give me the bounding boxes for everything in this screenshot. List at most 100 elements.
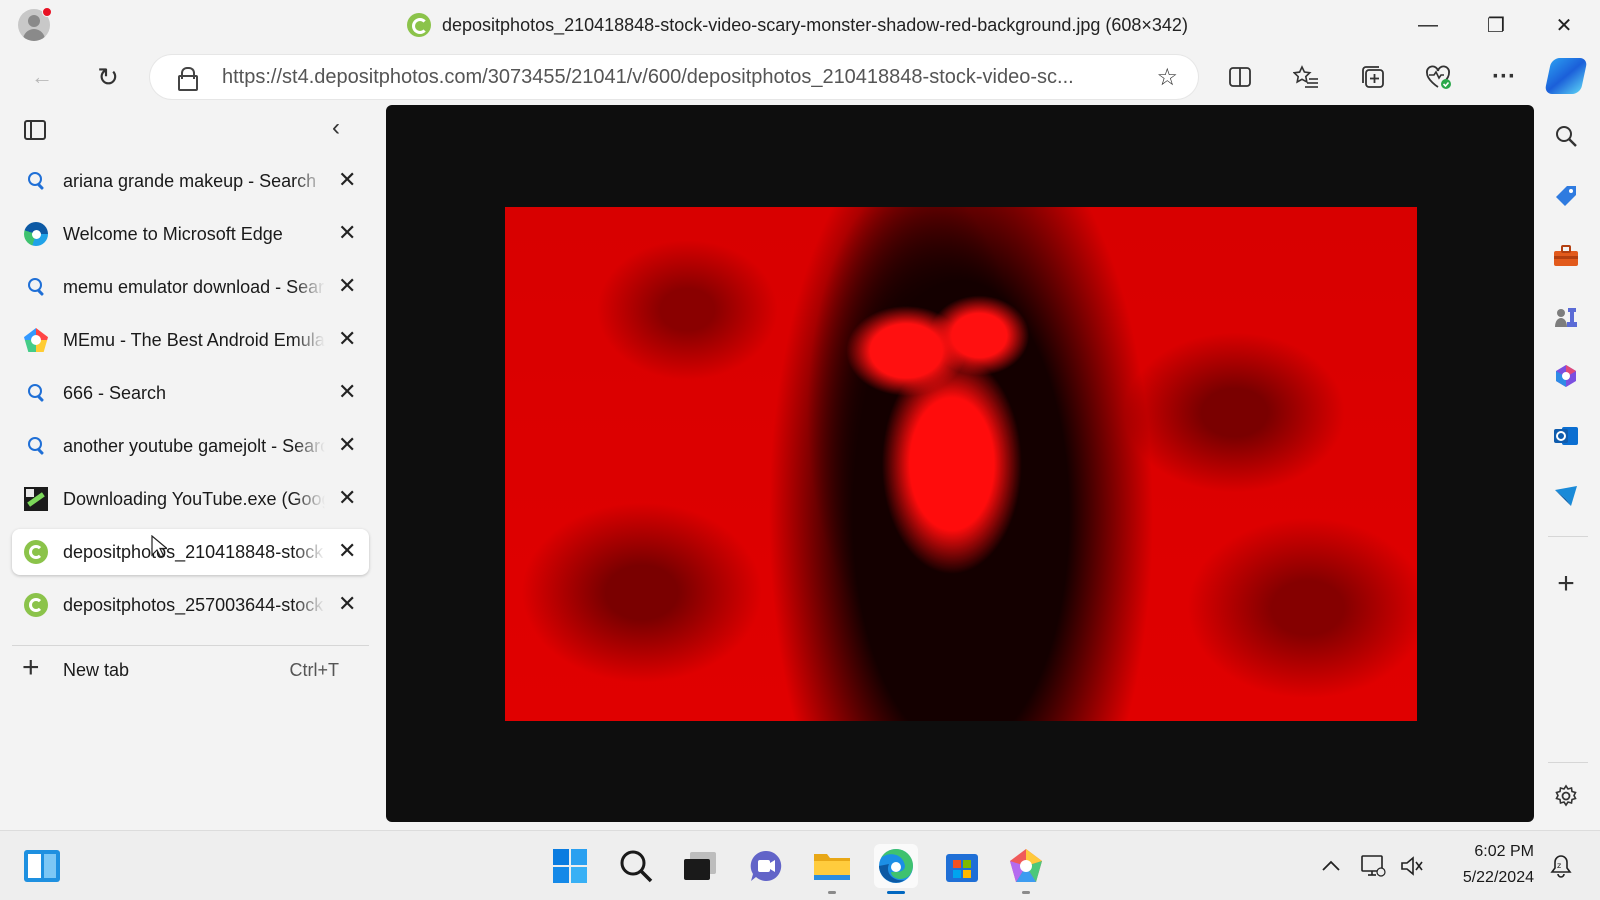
- tab-title: another youtube gamejolt - Search: [63, 436, 325, 456]
- edge-taskbar-button[interactable]: [874, 844, 918, 894]
- close-tab-button[interactable]: ✕: [338, 379, 356, 405]
- widgets-icon: [24, 850, 60, 882]
- more-options-button[interactable]: ···: [1484, 57, 1524, 97]
- tab-downloading-youtube[interactable]: Downloading YouTube.exe (Google ✕: [12, 476, 369, 522]
- download-site-icon: [24, 487, 48, 511]
- memu-icon: [24, 328, 48, 352]
- task-view-button[interactable]: [678, 844, 722, 888]
- close-tab-button[interactable]: ✕: [338, 591, 356, 617]
- tab-depositphotos-210418848[interactable]: depositphotos_210418848-stock ✕: [12, 529, 369, 575]
- browser-essentials-button[interactable]: [1418, 57, 1458, 97]
- back-button[interactable]: ←: [22, 57, 62, 97]
- collapse-pane-button[interactable]: ‹: [332, 114, 340, 142]
- search-icon: [24, 169, 48, 193]
- close-tab-button[interactable]: ✕: [338, 167, 356, 193]
- games-icon: [1555, 308, 1577, 327]
- sidebar-tools-button[interactable]: [1546, 236, 1586, 276]
- sidebar-settings-button[interactable]: [1546, 776, 1586, 816]
- new-tab-label: New tab: [63, 660, 130, 680]
- tools-icon: [1554, 245, 1578, 266]
- show-hidden-icons-button[interactable]: [1316, 844, 1346, 888]
- gear-icon: [1555, 784, 1577, 807]
- microsoft365-icon: [1556, 365, 1576, 387]
- close-tab-button[interactable]: ✕: [338, 485, 356, 511]
- memu-taskbar-button[interactable]: [1004, 844, 1048, 894]
- monster-shadow-image[interactable]: [505, 207, 1417, 721]
- file-explorer-icon: [814, 854, 850, 880]
- tab-actions-menu-icon[interactable]: [24, 120, 46, 140]
- copilot-icon[interactable]: [1544, 58, 1588, 94]
- sidebar-telegram-button[interactable]: [1546, 476, 1586, 516]
- tab-title: Downloading YouTube.exe (Google: [63, 489, 325, 509]
- sidebar-outlook-button[interactable]: [1546, 416, 1586, 456]
- refresh-button[interactable]: ↻: [88, 57, 128, 97]
- collections-button[interactable]: [1353, 57, 1393, 97]
- title-bar: depositphotos_210418848-stock-video-scar…: [0, 0, 1600, 50]
- restore-button[interactable]: ❐: [1473, 8, 1519, 42]
- search-icon: [24, 381, 48, 405]
- start-icon: [553, 849, 587, 883]
- close-tab-button[interactable]: ✕: [338, 273, 356, 299]
- minimize-button[interactable]: —: [1405, 8, 1451, 42]
- tab-title: ariana grande makeup - Search: [63, 171, 317, 191]
- split-screen-button[interactable]: [1220, 57, 1260, 97]
- depositphotos-icon: [24, 540, 48, 564]
- tab-title: depositphotos_257003644-stock: [63, 595, 324, 615]
- sidebar-search-button[interactable]: [1546, 116, 1586, 156]
- tab-title: memu emulator download - Search: [63, 277, 325, 297]
- sidebar-add-button[interactable]: +: [1546, 564, 1586, 604]
- taskbar-search-button[interactable]: [614, 844, 658, 888]
- tab-memu-download[interactable]: memu emulator download - Search ✕: [12, 264, 369, 310]
- svg-text:z: z: [1557, 861, 1561, 870]
- depositphotos-icon: [24, 593, 48, 617]
- running-indicator: [887, 891, 905, 894]
- tab-depositphotos-257003644[interactable]: depositphotos_257003644-stock ✕: [12, 582, 369, 628]
- clock-date[interactable]: 5/22/2024: [1446, 869, 1534, 887]
- store-icon: [946, 854, 978, 882]
- profile-notification-dot: [42, 7, 52, 17]
- tab-divider: [12, 645, 369, 646]
- heart-pulse-icon: [1426, 65, 1451, 89]
- tab-youtube-gamejolt[interactable]: another youtube gamejolt - Search ✕: [12, 423, 369, 469]
- running-indicator: [828, 891, 836, 894]
- store-button[interactable]: [940, 844, 984, 888]
- lock-icon[interactable]: [178, 67, 198, 91]
- widgets-button[interactable]: [20, 844, 64, 888]
- clock-time[interactable]: 6:02 PM: [1446, 843, 1534, 861]
- close-tab-button[interactable]: ✕: [338, 220, 356, 246]
- edge-icon: [879, 849, 913, 883]
- tab-memu-emulator[interactable]: MEmu - The Best Android Emulator ✕: [12, 317, 369, 363]
- new-tab-button[interactable]: + New tab Ctrl+T: [12, 650, 369, 690]
- sidebar-games-button[interactable]: [1546, 296, 1586, 336]
- network-button[interactable]: [1357, 844, 1389, 888]
- address-bar[interactable]: https://st4.depositphotos.com/3073455/21…: [150, 55, 1198, 99]
- tab-title: 666 - Search: [63, 383, 167, 403]
- url-text[interactable]: https://st4.depositphotos.com/3073455/21…: [222, 66, 1132, 89]
- tab-title: depositphotos_210418848-stock: [63, 542, 324, 562]
- teams-chat-button[interactable]: [744, 844, 788, 888]
- file-explorer-button[interactable]: [810, 844, 854, 894]
- volume-muted-icon: [1401, 856, 1423, 876]
- window-title: depositphotos_210418848-stock-video-scar…: [442, 15, 1188, 35]
- close-window-button[interactable]: ✕: [1541, 8, 1587, 42]
- shopping-tag-icon: [1556, 186, 1576, 206]
- outlook-icon: [1554, 427, 1578, 445]
- tab-title: MEmu - The Best Android Emulator: [63, 330, 325, 350]
- tab-666-search[interactable]: 666 - Search ✕: [12, 370, 369, 416]
- favorites-button[interactable]: [1286, 57, 1326, 97]
- tab-ariana-grande-makeup[interactable]: ariana grande makeup - Search ✕: [12, 158, 369, 204]
- favorites-list-icon: [1293, 65, 1318, 88]
- close-tab-button[interactable]: ✕: [338, 538, 356, 564]
- volume-button[interactable]: [1396, 844, 1428, 888]
- start-button[interactable]: [548, 844, 592, 888]
- sidebar-microsoft365-button[interactable]: [1546, 356, 1586, 396]
- sidebar-shopping-button[interactable]: [1546, 176, 1586, 216]
- notifications-button[interactable]: z: [1546, 844, 1576, 888]
- favorite-star-button[interactable]: ☆: [1156, 63, 1178, 92]
- close-tab-button[interactable]: ✕: [338, 432, 356, 458]
- sidebar-divider: [1548, 762, 1588, 763]
- task-view-icon: [684, 852, 716, 880]
- tab-welcome-edge[interactable]: Welcome to Microsoft Edge ✕: [12, 211, 369, 257]
- browser-toolbar: ← ↻ https://st4.depositphotos.com/307345…: [0, 52, 1600, 102]
- close-tab-button[interactable]: ✕: [338, 326, 356, 352]
